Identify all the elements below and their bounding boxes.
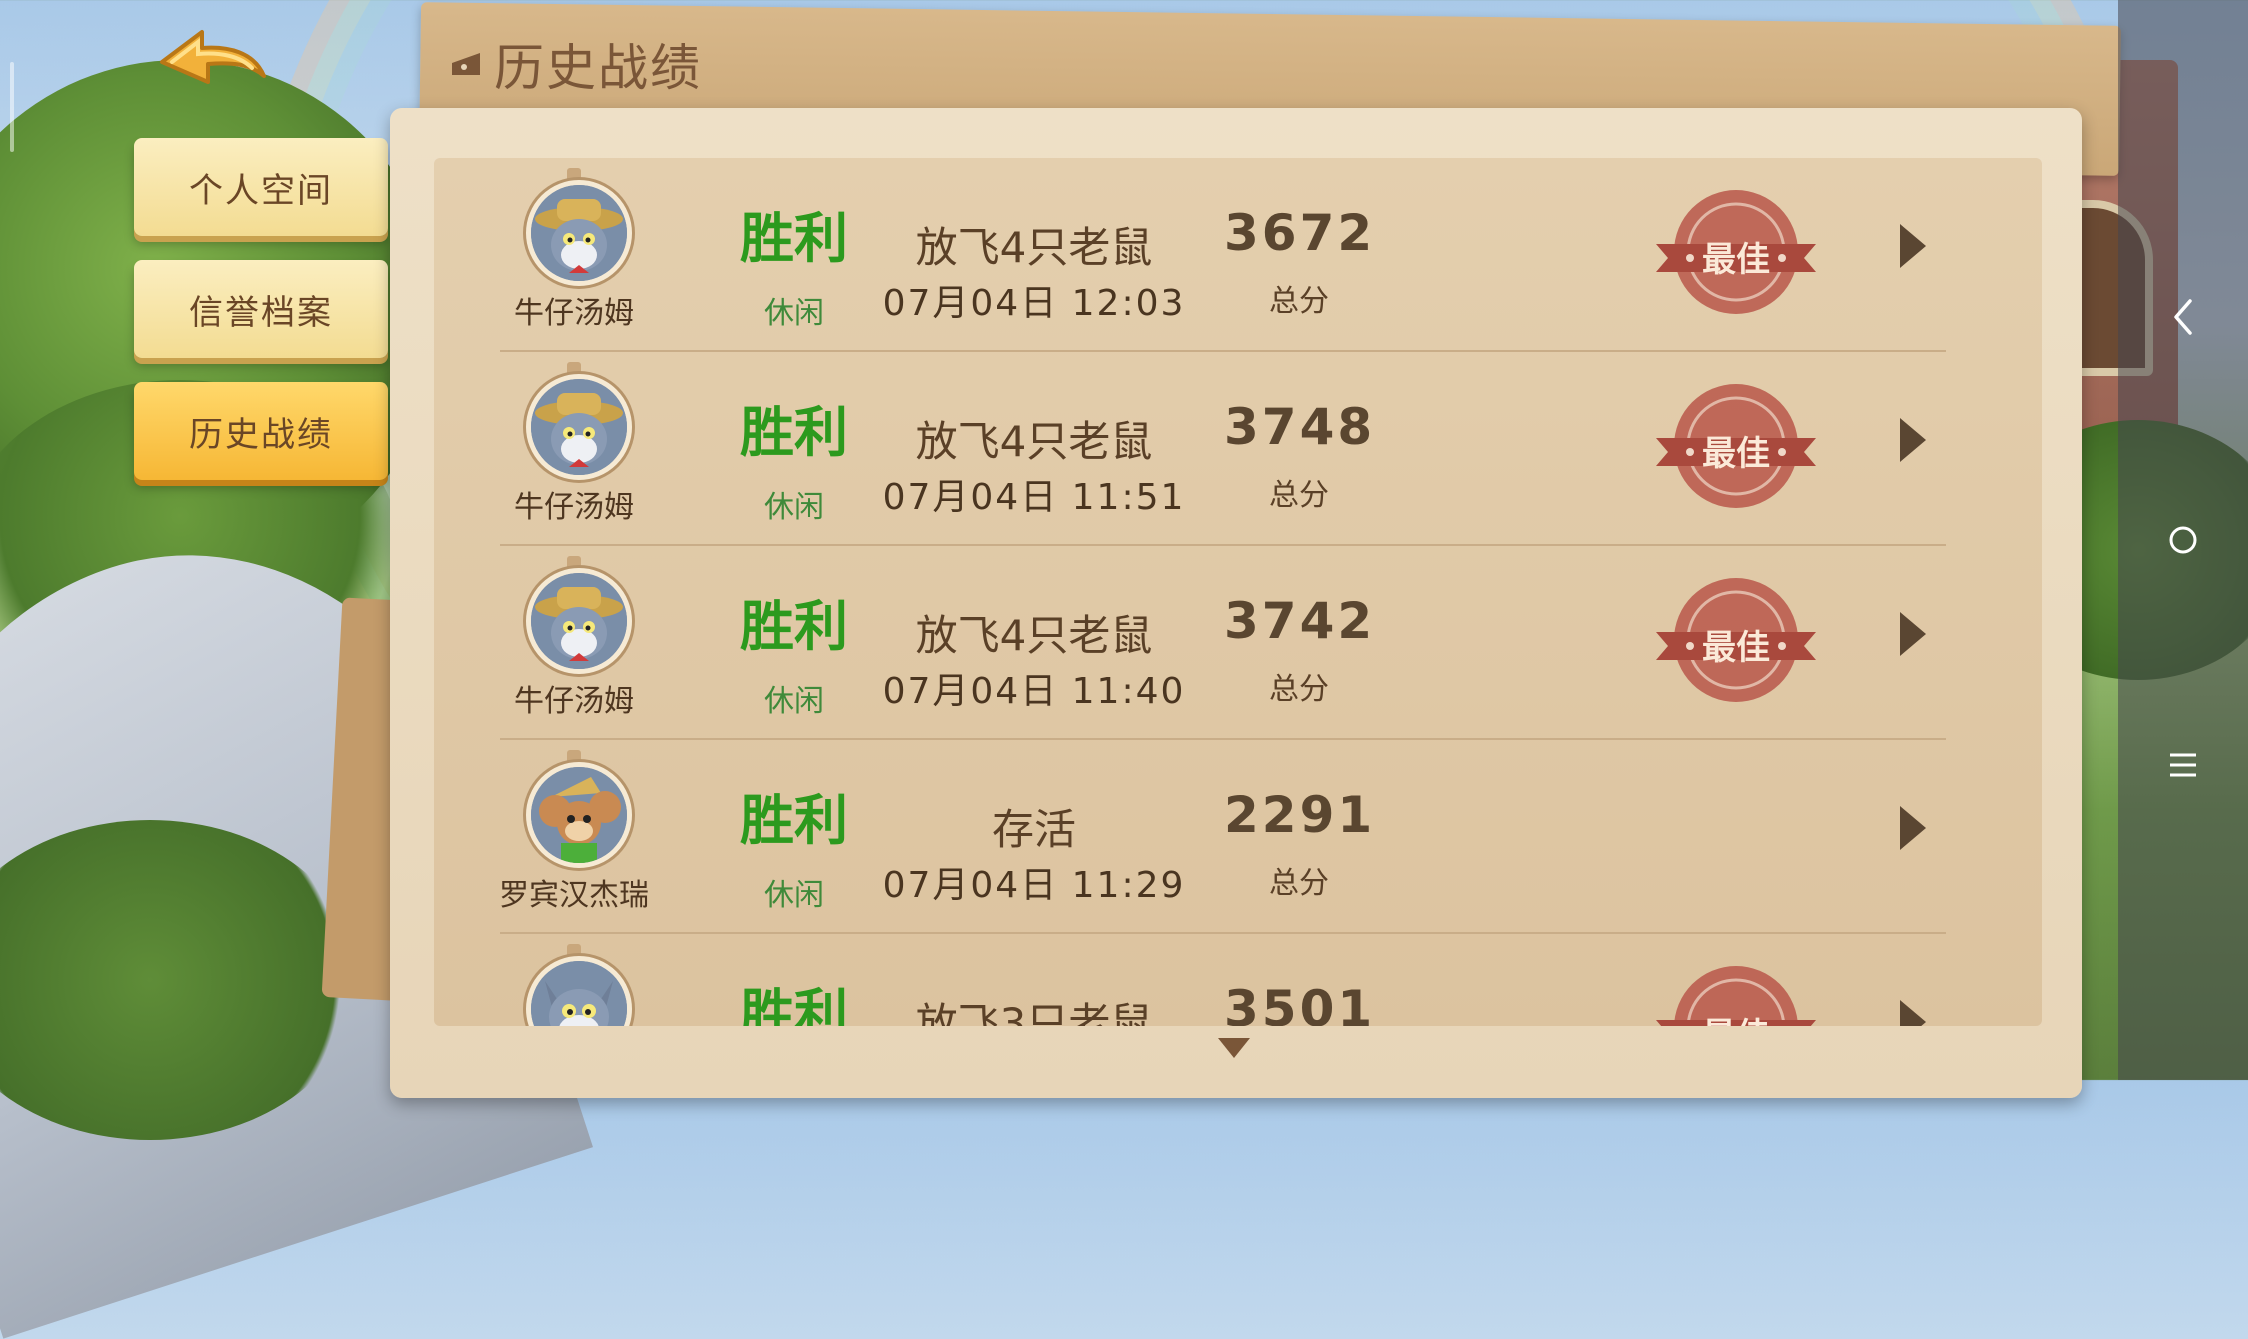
score-label: 总分 bbox=[1269, 284, 1329, 319]
row-detail-button[interactable] bbox=[1892, 410, 1932, 470]
match-result: 胜利 bbox=[740, 207, 848, 270]
character-name: 牛仔汤姆 bbox=[514, 296, 634, 331]
match-result: 胜利 bbox=[740, 401, 848, 464]
system-home-button[interactable] bbox=[2158, 515, 2208, 565]
match-time: 07月04日 12:03 bbox=[882, 283, 1186, 324]
match-mode: 休闲 bbox=[764, 684, 824, 719]
match-mode: 休闲 bbox=[764, 490, 824, 525]
match-description: 存活 bbox=[991, 805, 1076, 854]
match-description: 放飞3只老鼠 bbox=[915, 999, 1153, 1026]
tab-label: 历史战绩 bbox=[189, 414, 333, 455]
score-value: 3672 bbox=[1224, 204, 1376, 262]
character-name: 罗宾汉杰瑞 bbox=[499, 878, 649, 913]
cheese-icon bbox=[452, 53, 480, 75]
score-label: 总分 bbox=[1269, 672, 1329, 707]
match-time: 07月04日 11:51 bbox=[882, 477, 1186, 518]
match-time: 07月04日 11:29 bbox=[882, 865, 1186, 906]
score-label: 总分 bbox=[1269, 478, 1329, 513]
character-name: 牛仔汤姆 bbox=[514, 490, 634, 525]
match-description: 放飞4只老鼠 bbox=[915, 223, 1153, 272]
play-arrow-icon bbox=[1900, 806, 1926, 850]
page-title: 历史战绩 bbox=[494, 39, 702, 97]
system-back-button[interactable] bbox=[2158, 292, 2208, 342]
best-badge: 最佳 bbox=[1648, 572, 1824, 708]
back-arrow-icon bbox=[160, 30, 266, 84]
score-label: 总分 bbox=[1269, 866, 1329, 901]
history-row[interactable]: 胜利 放飞3只老鼠 3501 最佳 bbox=[434, 934, 2042, 1026]
back-button[interactable] bbox=[158, 28, 268, 100]
back-icon bbox=[2174, 299, 2192, 335]
best-badge: 最佳 bbox=[1648, 184, 1824, 320]
system-nav-bar bbox=[2118, 0, 2248, 1080]
tab-credit-record[interactable]: 信誉档案 bbox=[134, 260, 388, 358]
history-row[interactable]: 牛仔汤姆 胜利 休闲 放飞4只老鼠 07月04日 11:40 3742 总分 最… bbox=[434, 546, 2042, 740]
cowboy-tom-icon bbox=[531, 573, 627, 669]
history-row[interactable]: 罗宾汉杰瑞 胜利 休闲 存活 07月04日 11:29 2291 总分 bbox=[434, 740, 2042, 934]
panel-title: 历史战绩 bbox=[450, 28, 702, 100]
row-detail-button[interactable] bbox=[1892, 798, 1932, 858]
score-value: 3501 bbox=[1224, 980, 1376, 1026]
cowboy-tom-icon bbox=[531, 379, 627, 475]
robinhood-jerry-icon bbox=[531, 767, 627, 863]
play-arrow-icon bbox=[1900, 1000, 1926, 1026]
cowboy-tom-icon bbox=[531, 185, 627, 281]
home-icon bbox=[2169, 526, 2197, 554]
match-result: 胜利 bbox=[740, 983, 848, 1026]
triangle-down-icon bbox=[1218, 1038, 1250, 1058]
tab-label: 个人空间 bbox=[189, 170, 333, 211]
match-result: 胜利 bbox=[740, 595, 848, 658]
row-detail-button[interactable] bbox=[1892, 216, 1932, 276]
avatar bbox=[526, 180, 632, 286]
history-row[interactable]: 牛仔汤姆 胜利 休闲 放飞4只老鼠 07月04日 11:51 3748 总分 最… bbox=[434, 352, 2042, 546]
system-menu-button[interactable] bbox=[2158, 740, 2208, 790]
match-time: 07月04日 11:40 bbox=[882, 671, 1186, 712]
tab-personal-space[interactable]: 个人空间 bbox=[134, 138, 388, 236]
row-detail-button[interactable] bbox=[1892, 992, 1932, 1026]
best-badge: 最佳 bbox=[1648, 960, 1824, 1026]
best-label: 最佳 bbox=[1702, 434, 1770, 474]
play-arrow-icon bbox=[1900, 612, 1926, 656]
best-label: 最佳 bbox=[1702, 628, 1770, 668]
menu-icon bbox=[2170, 753, 2196, 777]
avatar bbox=[526, 374, 632, 480]
tab-match-history[interactable]: 历史战绩 bbox=[134, 382, 388, 480]
tab-label: 信誉档案 bbox=[189, 292, 333, 333]
scroll-down-button[interactable] bbox=[1216, 1036, 1252, 1060]
tom-icon bbox=[531, 961, 627, 1026]
play-arrow-icon bbox=[1900, 224, 1926, 268]
character-name: 牛仔汤姆 bbox=[514, 684, 634, 719]
match-description: 放飞4只老鼠 bbox=[915, 611, 1153, 660]
score-value: 2291 bbox=[1224, 786, 1376, 844]
match-result: 胜利 bbox=[740, 789, 848, 852]
match-mode: 休闲 bbox=[764, 296, 824, 331]
row-detail-button[interactable] bbox=[1892, 604, 1932, 664]
history-row[interactable]: 牛仔汤姆 胜利 休闲 放飞4只老鼠 07月04日 12:03 3672 总分 最… bbox=[434, 158, 2042, 352]
avatar bbox=[526, 956, 632, 1026]
edge-indicator bbox=[10, 62, 14, 152]
avatar bbox=[526, 568, 632, 674]
history-list[interactable]: 牛仔汤姆 胜利 休闲 放飞4只老鼠 07月04日 12:03 3672 总分 最… bbox=[434, 158, 2042, 1026]
score-value: 3748 bbox=[1224, 398, 1376, 456]
best-label: 最佳 bbox=[1648, 1008, 1824, 1026]
play-arrow-icon bbox=[1900, 418, 1926, 462]
best-label: 最佳 bbox=[1702, 240, 1770, 280]
best-badge: 最佳 bbox=[1648, 378, 1824, 514]
match-mode: 休闲 bbox=[764, 878, 824, 913]
match-description: 放飞4只老鼠 bbox=[915, 417, 1153, 466]
avatar bbox=[526, 762, 632, 868]
score-value: 3742 bbox=[1224, 592, 1376, 650]
